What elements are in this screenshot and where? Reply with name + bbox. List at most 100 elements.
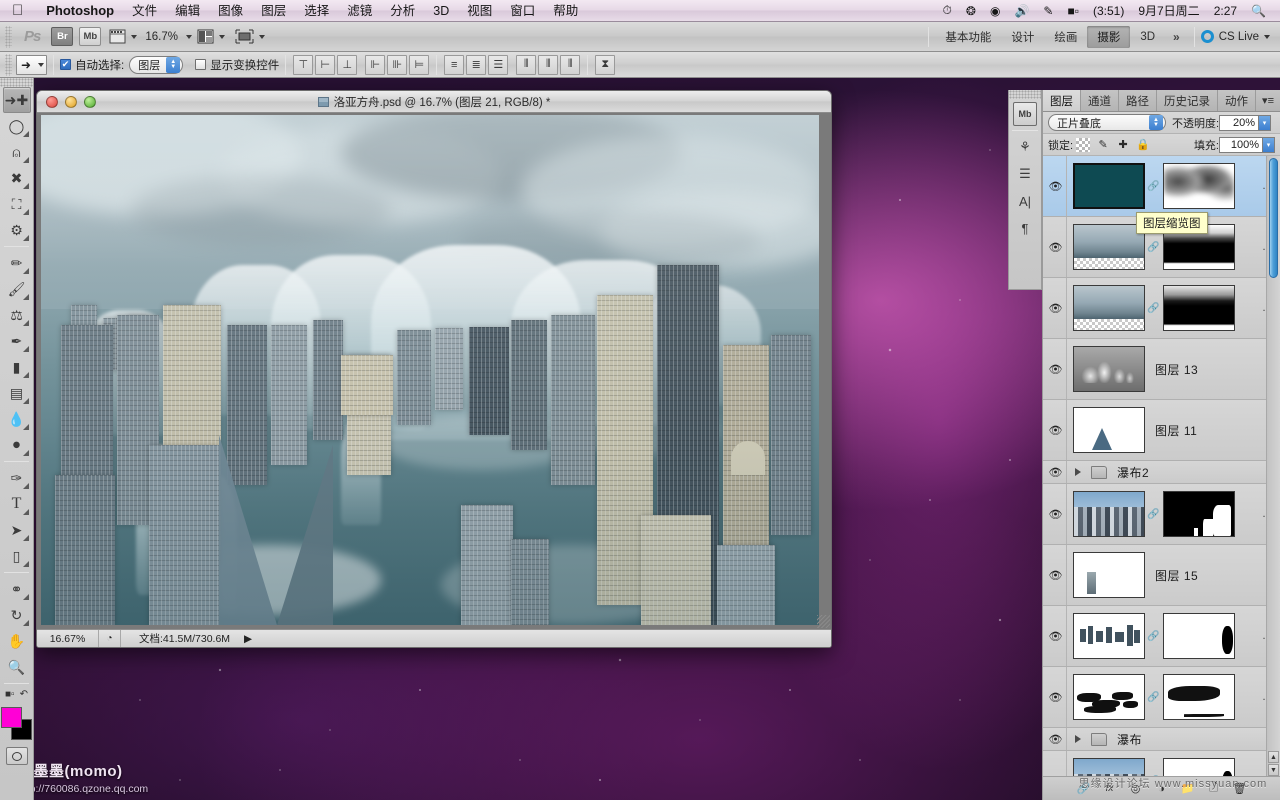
layers-scrollbar-thumb[interactable] [1269,158,1278,278]
layer-visibility-toggle[interactable]: 👁 [1045,667,1067,727]
menu-item-edit[interactable]: 编辑 [166,0,209,22]
table-row[interactable]: 👁 🔗 … [1043,606,1280,667]
mini-bridge-button[interactable]: Mb [1013,102,1037,126]
distribute-right-edges-button[interactable]: ⦀ [560,54,581,75]
layer-visibility-toggle[interactable]: 👁 [1045,728,1067,750]
styles-button[interactable]: ☰ [1013,162,1037,186]
table-row[interactable]: 👁 图层 15 [1043,545,1280,606]
3d-rotate-tool[interactable]: ⚭ [3,576,31,602]
link-mask-icon[interactable]: 🔗 [1147,303,1159,314]
lock-transparent-pixels-icon[interactable] [1076,137,1091,152]
menu-item-window[interactable]: 窗口 [501,0,544,22]
time-machine-icon[interactable]: ⏱ [937,0,958,22]
lock-all-icon[interactable]: 🔒 [1136,138,1150,152]
layer-thumbnail[interactable] [1073,285,1145,331]
table-row[interactable]: 👁 图层 11 [1043,400,1280,461]
menu-item-file[interactable]: 文件 [123,0,166,22]
character-button[interactable]: A| [1013,189,1037,213]
layer-name[interactable]: 图层 11 [1155,422,1197,439]
input-method-icon[interactable]: ✎ [1037,0,1059,22]
layer-thumbnail[interactable] [1073,407,1145,453]
view-extras-dropdown[interactable] [109,29,138,44]
blend-mode-dropdown[interactable]: 正片叠底 ▲ ▼ [1048,114,1166,131]
wifi-icon[interactable]: ◉ [984,0,1006,22]
dodge-tool[interactable]: ⚫ [3,432,31,458]
layer-visibility-toggle[interactable]: 👁 [1045,751,1067,776]
layer-mask-thumbnail[interactable] [1163,491,1235,537]
document-profile-icon[interactable]: ◔ [99,629,121,647]
crop-tool[interactable]: ⛶ [3,191,31,217]
menu-item-analysis[interactable]: 分析 [381,0,424,22]
layer-thumbnail[interactable] [1073,674,1145,720]
hand-tool[interactable]: ✋ [3,628,31,654]
menu-item-select[interactable]: 选择 [295,0,338,22]
zoom-chevron-down-icon[interactable] [185,34,192,39]
type-tool[interactable]: T [3,491,31,517]
layers-scrollbar[interactable]: ▲ ▼ [1266,156,1280,776]
layer-thumbnail[interactable] [1073,613,1145,659]
tab-layers[interactable]: 图层 [1043,90,1081,111]
adjustments-button[interactable]: ⚘ [1013,135,1037,159]
workspace-3d[interactable]: 3D [1130,28,1165,46]
tab-history[interactable]: 历史记录 [1157,90,1218,111]
lock-image-pixels-icon[interactable]: ✎ [1096,138,1110,152]
layer-visibility-toggle[interactable]: 👁 [1045,217,1067,277]
launch-bridge-button[interactable]: Br [51,27,74,46]
foreground-color-swatch[interactable] [0,707,22,728]
workspace-essentials[interactable]: 基本功能 [935,26,1001,48]
volume-icon[interactable]: 🔊 [1008,0,1035,22]
table-row[interactable]: 👁 🔗 … [1043,156,1280,217]
panel-menu-icon[interactable]: ▾≡ [1256,90,1280,111]
minimize-window-button[interactable] [65,95,77,108]
arrange-documents-dropdown[interactable] [197,29,225,44]
tab-paths[interactable]: 路径 [1119,90,1157,111]
canvas-zoom-value[interactable]: 16.67% [37,629,99,647]
more-workspaces-icon[interactable]: » [1165,30,1188,44]
chevron-right-icon[interactable] [1075,735,1081,743]
link-mask-icon[interactable]: 🔗 [1147,692,1159,703]
menu-bar-clock[interactable]: 2:27 [1208,4,1243,18]
tab-actions[interactable]: 动作 [1218,90,1256,111]
scroll-up-button[interactable]: ▲ [1268,751,1279,763]
link-mask-icon[interactable]: 🔗 [1147,242,1159,253]
history-brush-tool[interactable]: ✒ [3,328,31,354]
layer-mask-thumbnail[interactable] [1163,163,1235,209]
menu-item-image[interactable]: 图像 [209,0,252,22]
close-window-button[interactable] [46,95,58,108]
launch-mini-bridge-button[interactable]: Mb [79,27,102,46]
table-row[interactable]: 👁 🔗 … [1043,484,1280,545]
eyedropper-tool[interactable]: ⚙ [3,217,31,243]
menu-item-view[interactable]: 视图 [458,0,501,22]
apple-icon[interactable]:  [12,3,23,18]
layer-list[interactable]: 👁 🔗 … 👁 🔗 … 👁 🔗 … 👁 [1043,156,1280,776]
brush-tool[interactable]: 🖌 [3,276,31,302]
window-resize-handle[interactable] [817,615,830,628]
group-name[interactable]: 瀑布2 [1117,464,1149,481]
table-row[interactable]: 👁 🔗 [1043,751,1280,776]
table-row[interactable]: 👁 🔗 … [1043,667,1280,728]
align-left-edges-button[interactable]: ⊩ [365,54,386,75]
align-top-edges-button[interactable]: ⊤ [293,54,314,75]
fill-stepper[interactable]: ▾ [1263,136,1275,153]
menu-item-3d[interactable]: 3D [424,0,458,22]
blur-tool[interactable]: 💧 [3,406,31,432]
layer-thumbnail[interactable] [1073,491,1145,537]
lasso-tool[interactable]: ⍝ [3,139,31,165]
workspace-design[interactable]: 设计 [1001,26,1044,48]
battery-icon[interactable]: ■▫ [1061,0,1085,22]
move-tool[interactable]: ➜✚ [2,87,31,113]
paragraph-button[interactable]: ¶ [1013,216,1037,240]
image-canvas[interactable] [41,115,819,625]
auto-select-scope-dropdown[interactable]: 图层 ▲ ▼ [129,55,184,74]
opacity-value[interactable]: 20% [1219,114,1260,131]
chevron-right-icon[interactable] [1075,468,1081,476]
align-right-edges-button[interactable]: ⊨ [409,54,430,75]
quick-mask-button[interactable] [5,747,28,765]
pen-tool[interactable]: ✑ [3,465,31,491]
fill-value[interactable]: 100% [1219,136,1263,153]
list-item[interactable]: 👁 瀑布 [1043,728,1280,751]
screen-mode-dropdown[interactable] [235,29,265,44]
3d-orbit-tool[interactable]: ↻ [3,602,31,628]
optionsbar-grip[interactable] [5,53,12,76]
distribute-bottom-edges-button[interactable]: ☰ [488,54,509,75]
